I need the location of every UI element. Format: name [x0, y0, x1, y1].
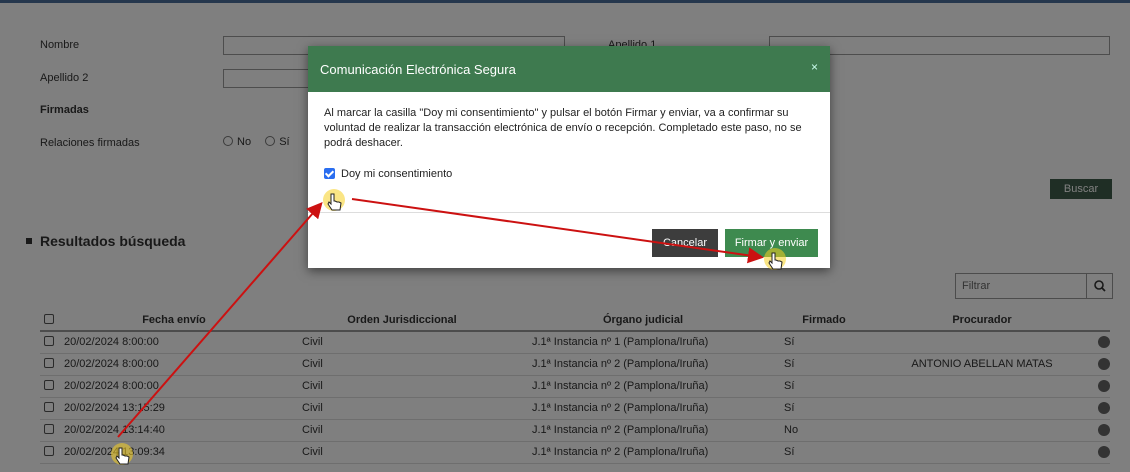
annotation-layer	[111, 189, 786, 465]
hand-cursor-icon	[111, 443, 133, 465]
hand-cursor-icon	[764, 248, 786, 270]
arrow-annotation	[117, 201, 323, 438]
hand-cursor-icon	[323, 189, 345, 211]
arrow-annotation	[351, 198, 764, 264]
